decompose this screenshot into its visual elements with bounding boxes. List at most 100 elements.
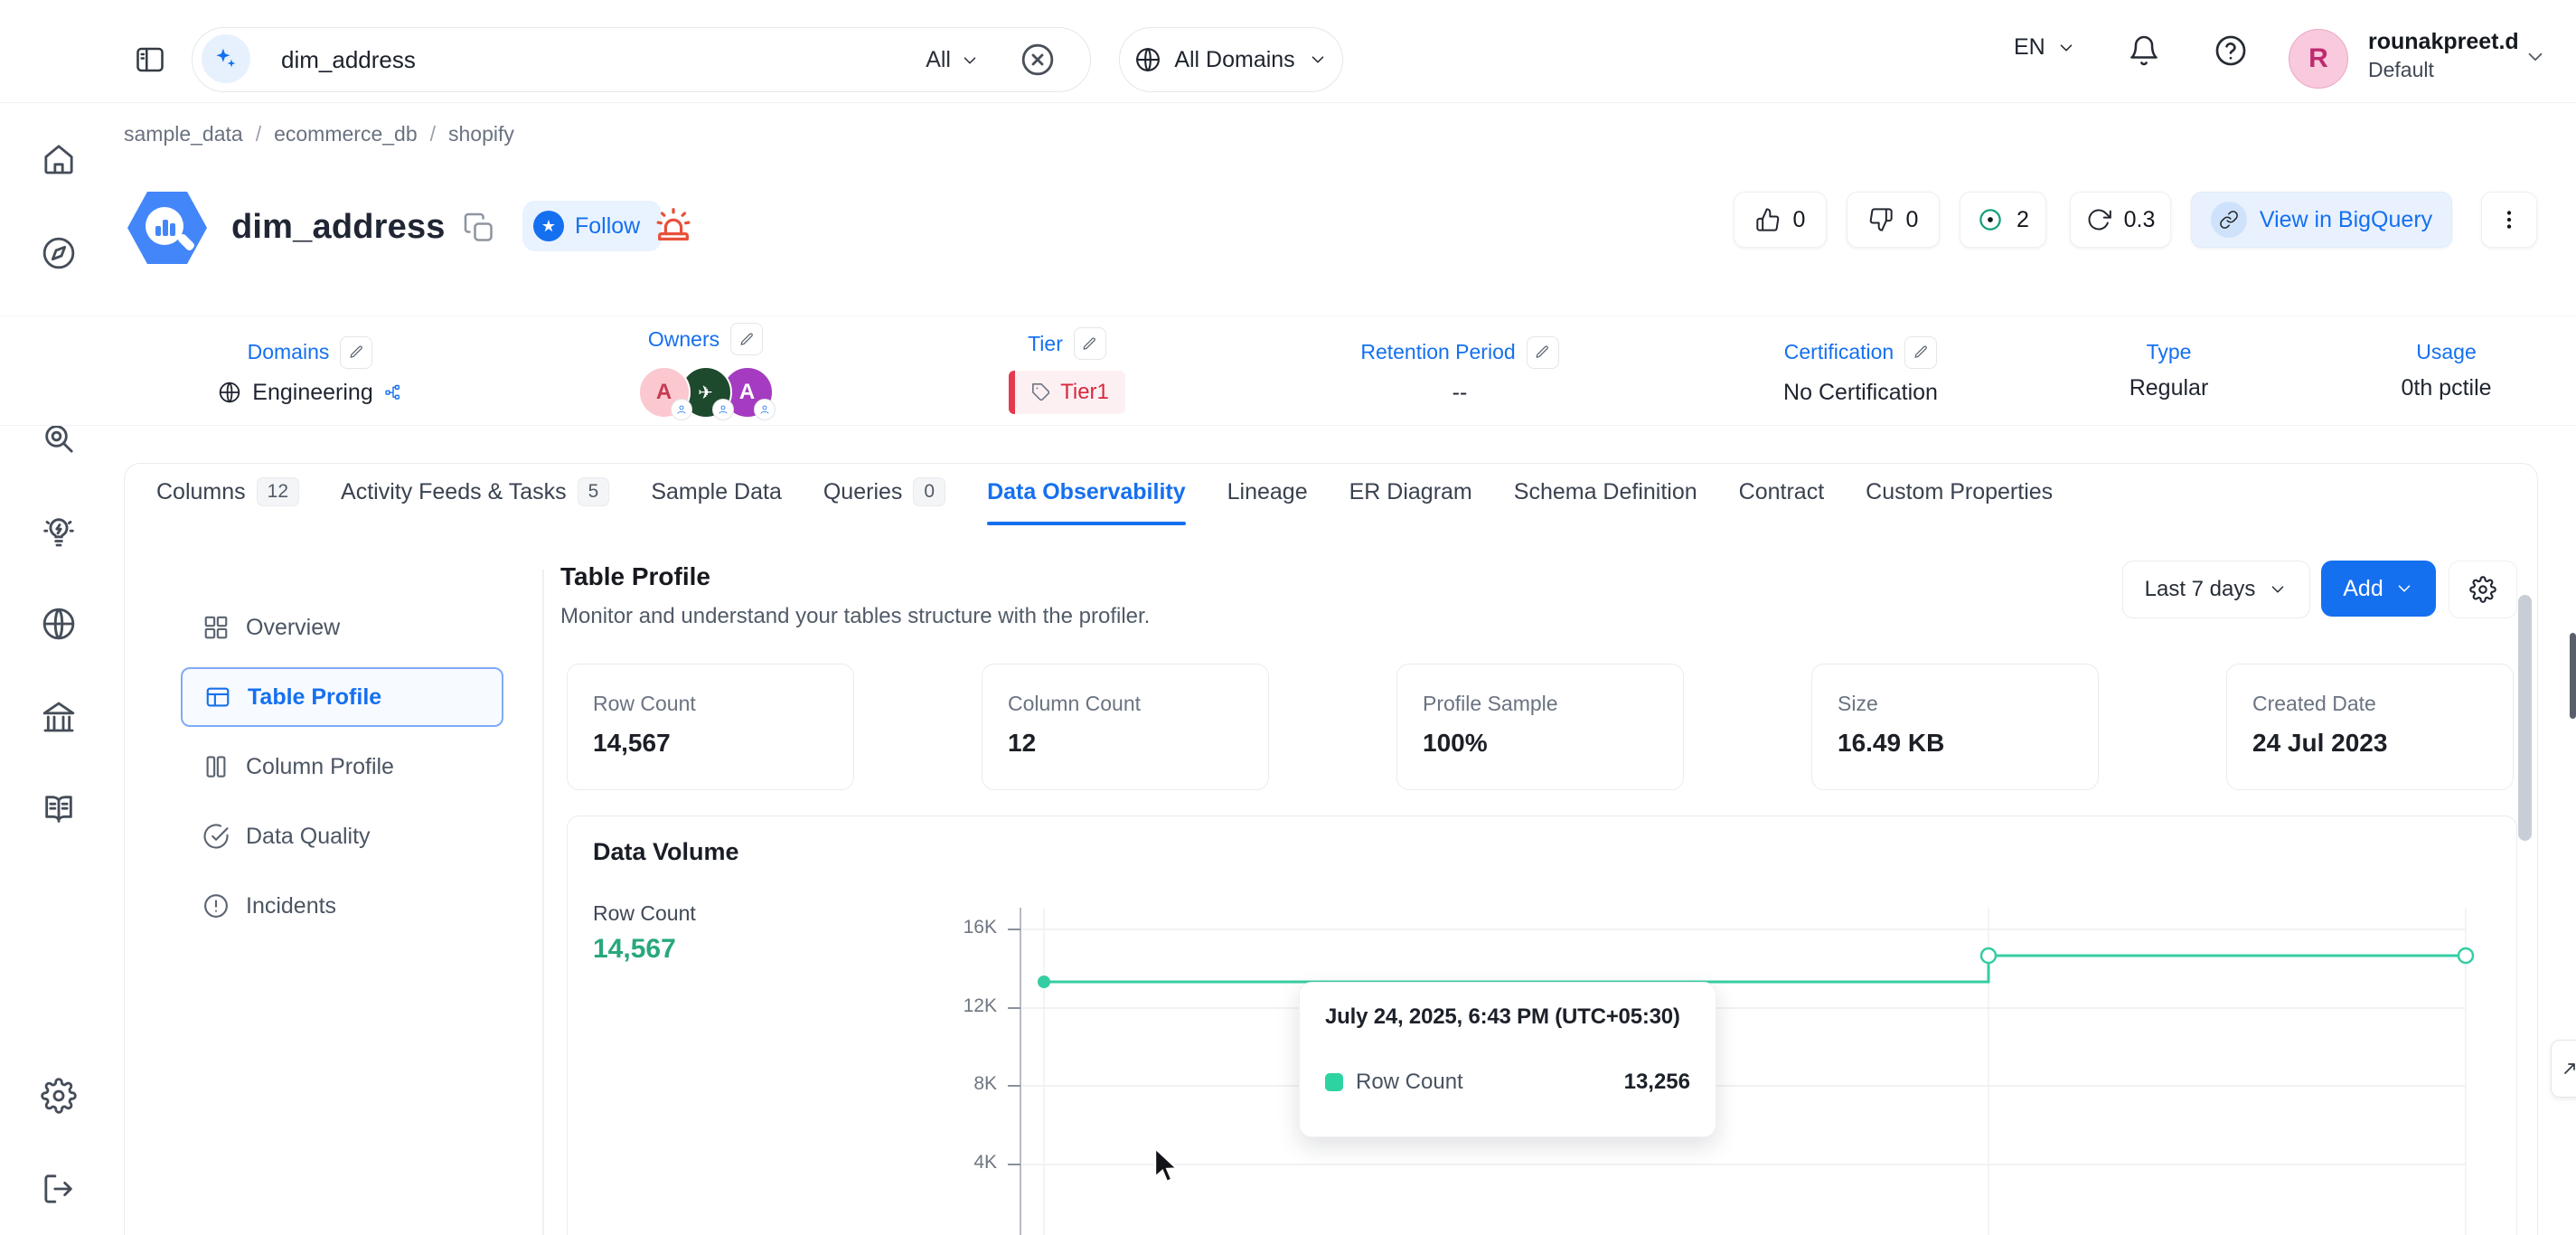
upvote-button[interactable]: 0 xyxy=(1734,192,1827,248)
tab-custom-properties[interactable]: Custom Properties xyxy=(1866,479,2053,509)
certification-value: No Certification xyxy=(1783,380,1938,406)
tab-er-diagram[interactable]: ER Diagram xyxy=(1349,479,1472,509)
globe-icon xyxy=(1134,46,1161,73)
search-input[interactable]: dim_address xyxy=(281,46,416,74)
tab-lineage[interactable]: Lineage xyxy=(1227,479,1308,509)
edit-pencil-icon[interactable] xyxy=(1074,327,1106,360)
domain-filter-label: All Domains xyxy=(1174,47,1294,73)
logout-icon[interactable] xyxy=(41,1171,77,1207)
global-search-bar[interactable]: dim_address All xyxy=(192,27,1091,92)
tab-sample-data[interactable]: Sample Data xyxy=(651,479,782,509)
profiler-menu-incidents[interactable]: Incidents xyxy=(181,877,503,935)
certification-label: Certification xyxy=(1784,340,1894,364)
govern-bank-icon[interactable] xyxy=(41,699,77,735)
sidebar-toggle-icon[interactable] xyxy=(134,43,166,76)
domains-globe-icon[interactable] xyxy=(41,606,77,642)
search-clear-icon[interactable] xyxy=(1020,42,1056,78)
domain-name: Engineering xyxy=(252,380,372,406)
panel-expand-handle[interactable] xyxy=(2551,1040,2576,1098)
followers-button[interactable]: 2 xyxy=(1960,192,2046,248)
observability-search-icon[interactable] xyxy=(41,420,77,457)
content-scrollbar-thumb[interactable] xyxy=(2518,595,2532,841)
add-button[interactable]: Add xyxy=(2321,561,2436,617)
watch-target-icon xyxy=(1977,206,2004,233)
breadcrumb-item[interactable]: ecommerce_db xyxy=(274,122,418,146)
profiler-menu-table-profile[interactable]: Table Profile xyxy=(181,667,503,727)
tab-data-observability[interactable]: Data Observability xyxy=(987,479,1186,509)
tab-queries[interactable]: Queries0 xyxy=(823,477,945,510)
series-color-swatch xyxy=(1325,1073,1343,1091)
user-menu-chevron-icon[interactable] xyxy=(2524,45,2547,69)
profiler-menu-overview[interactable]: Overview xyxy=(181,599,503,656)
user-team: Default xyxy=(2368,58,2434,82)
view-in-bigquery-label: View in BigQuery xyxy=(2260,207,2432,233)
help-icon[interactable] xyxy=(2214,33,2248,68)
version-history-icon xyxy=(2086,207,2111,232)
breadcrumb-item[interactable]: shopify xyxy=(448,122,514,146)
owners-label: Owners xyxy=(648,327,719,352)
language-label: EN xyxy=(2014,34,2045,61)
follow-button[interactable]: ★ Follow xyxy=(522,201,662,251)
mouse-cursor xyxy=(1148,1146,1184,1186)
window-scrollbar-thumb[interactable] xyxy=(2570,633,2576,719)
tab-activity-feeds[interactable]: Activity Feeds & Tasks5 xyxy=(341,477,609,510)
usage-value: 0th pctile xyxy=(2401,375,2491,401)
owners-section: Owners A ✈ A xyxy=(496,316,915,425)
edit-pencil-icon[interactable] xyxy=(1904,336,1937,369)
link-icon xyxy=(2211,202,2247,238)
alert-circle-icon xyxy=(202,892,230,919)
tab-columns[interactable]: Columns12 xyxy=(156,477,299,510)
insights-bulb-icon[interactable] xyxy=(41,514,77,550)
section-subheading: Monitor and understand your tables struc… xyxy=(560,604,1150,629)
tooltip-timestamp: July 24, 2025, 6:43 PM (UTC+05:30) xyxy=(1325,1004,1690,1030)
tab-count-badge: 0 xyxy=(913,477,945,506)
edit-pencil-icon[interactable] xyxy=(340,336,372,369)
app-window: dim_address All All Domains EN R xyxy=(0,0,2576,1235)
language-selector[interactable]: EN xyxy=(2014,34,2076,61)
domain-value[interactable]: Engineering xyxy=(218,380,401,406)
explore-compass-icon[interactable] xyxy=(41,235,77,271)
profiler-settings-button[interactable] xyxy=(2449,561,2517,618)
domain-filter-button[interactable]: All Domains xyxy=(1119,27,1343,92)
profiler-menu-column-profile[interactable]: Column Profile xyxy=(181,738,503,796)
expand-arrow-icon xyxy=(2559,1058,2576,1079)
more-actions-button[interactable] xyxy=(2481,192,2537,248)
owner-avatar[interactable]: A xyxy=(638,366,691,419)
kebab-menu-icon xyxy=(2497,208,2521,231)
view-in-bigquery-button[interactable]: View in BigQuery xyxy=(2191,192,2452,248)
team-badge-icon xyxy=(712,399,734,420)
tab-schema-definition[interactable]: Schema Definition xyxy=(1514,479,1697,509)
summary-card-column-count: Column Count12 xyxy=(982,664,1269,790)
announcement-siren-icon[interactable] xyxy=(653,204,694,246)
user-initial: R xyxy=(2308,43,2328,74)
columns-icon xyxy=(202,753,230,780)
tab-count-badge: 5 xyxy=(578,477,610,506)
tier-tag[interactable]: Tier1 xyxy=(1009,371,1125,414)
breadcrumb: sample_data / ecommerce_db / shopify xyxy=(124,122,514,146)
copy-icon[interactable] xyxy=(463,212,495,244)
breadcrumb-item[interactable]: sample_data xyxy=(124,122,243,146)
data-volume-card: Data Volume Row Count 14,567 16K 12K 8K … xyxy=(567,815,2517,1235)
ai-sparkle-icon[interactable] xyxy=(202,34,250,83)
entity-tabs: Columns12 Activity Feeds & Tasks5 Sample… xyxy=(156,477,2053,510)
edit-pencil-icon[interactable] xyxy=(730,323,763,355)
certification-section: Certification No Certification xyxy=(1700,316,2021,425)
chart-tooltip: July 24, 2025, 6:43 PM (UTC+05:30) Row C… xyxy=(1299,982,1716,1137)
settings-gear-icon[interactable] xyxy=(41,1078,77,1114)
left-nav-rail xyxy=(0,0,118,1235)
tab-contract[interactable]: Contract xyxy=(1739,479,1824,509)
check-circle-icon xyxy=(202,823,230,850)
user-avatar[interactable]: R xyxy=(2289,29,2348,89)
notifications-bell-icon[interactable] xyxy=(2128,34,2160,67)
home-icon[interactable] xyxy=(41,141,77,177)
time-range-dropdown[interactable]: Last 7 days xyxy=(2122,561,2310,618)
search-scope-dropdown[interactable]: All xyxy=(926,47,980,73)
domains-section: Domains Engineering xyxy=(124,316,496,425)
tier-section: Tier Tier1 xyxy=(915,316,1219,425)
downvote-button[interactable]: 0 xyxy=(1847,192,1940,248)
glossary-book-icon[interactable] xyxy=(41,791,77,827)
page-title: dim_address xyxy=(231,208,446,247)
version-button[interactable]: 0.3 xyxy=(2070,192,2171,248)
edit-pencil-icon[interactable] xyxy=(1527,336,1559,369)
profiler-menu-data-quality[interactable]: Data Quality xyxy=(181,807,503,865)
